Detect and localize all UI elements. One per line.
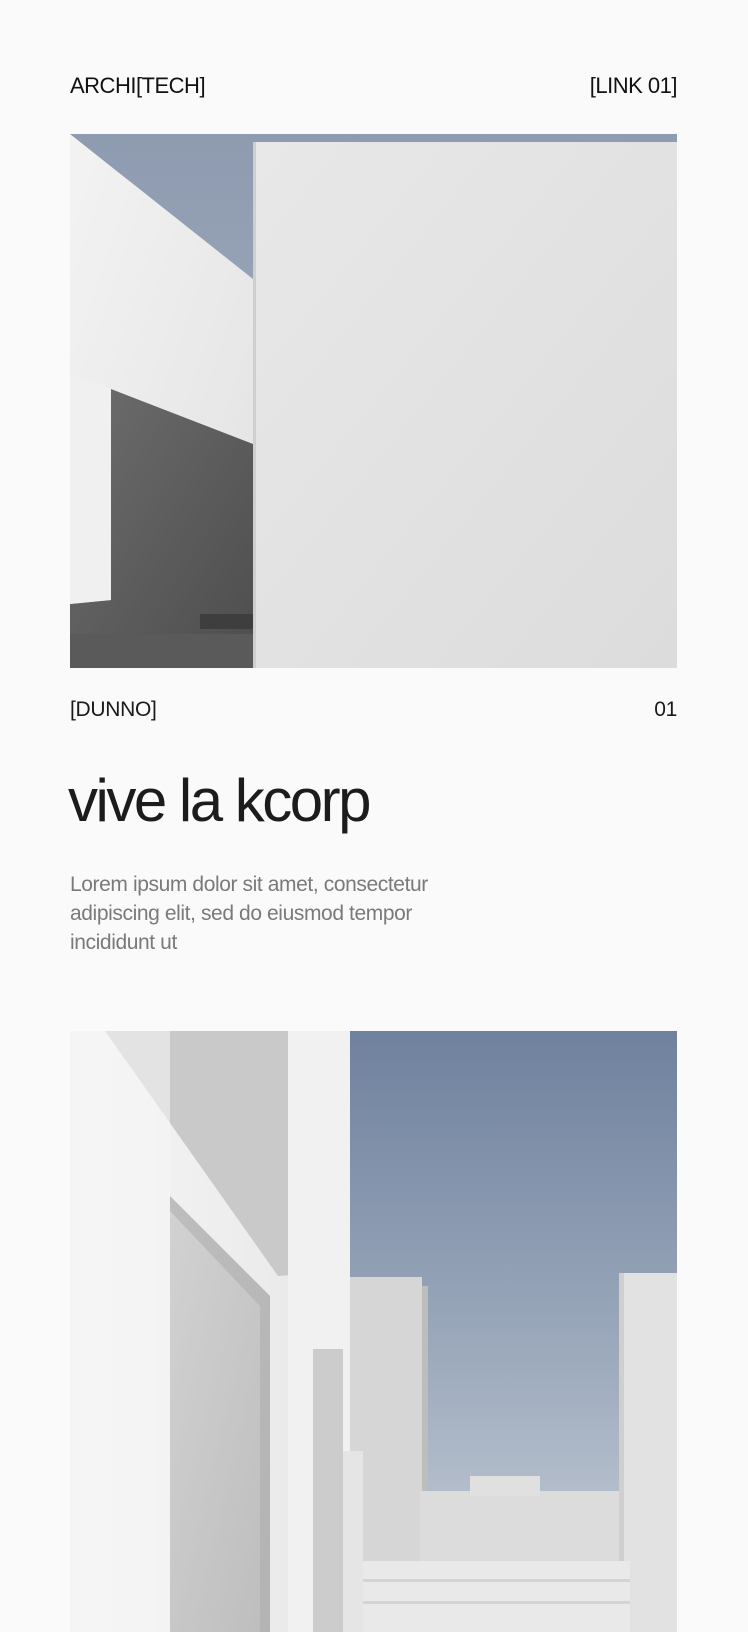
project-title: vive la kcorp bbox=[68, 767, 371, 834]
project-number: 01 bbox=[654, 698, 677, 721]
hero-architecture-illustration bbox=[70, 134, 677, 668]
project-label: [DUNNO] bbox=[70, 698, 157, 721]
second-architecture-illustration bbox=[70, 1031, 677, 1632]
project-description: Lorem ipsum dolor sit amet, consectetur … bbox=[70, 873, 428, 954]
nav-link-01[interactable]: [LINK 01] bbox=[590, 73, 678, 99]
second-image bbox=[70, 1031, 677, 1632]
site-logo[interactable]: ARCHI[TECH] bbox=[70, 73, 206, 99]
hero-image bbox=[70, 134, 677, 668]
